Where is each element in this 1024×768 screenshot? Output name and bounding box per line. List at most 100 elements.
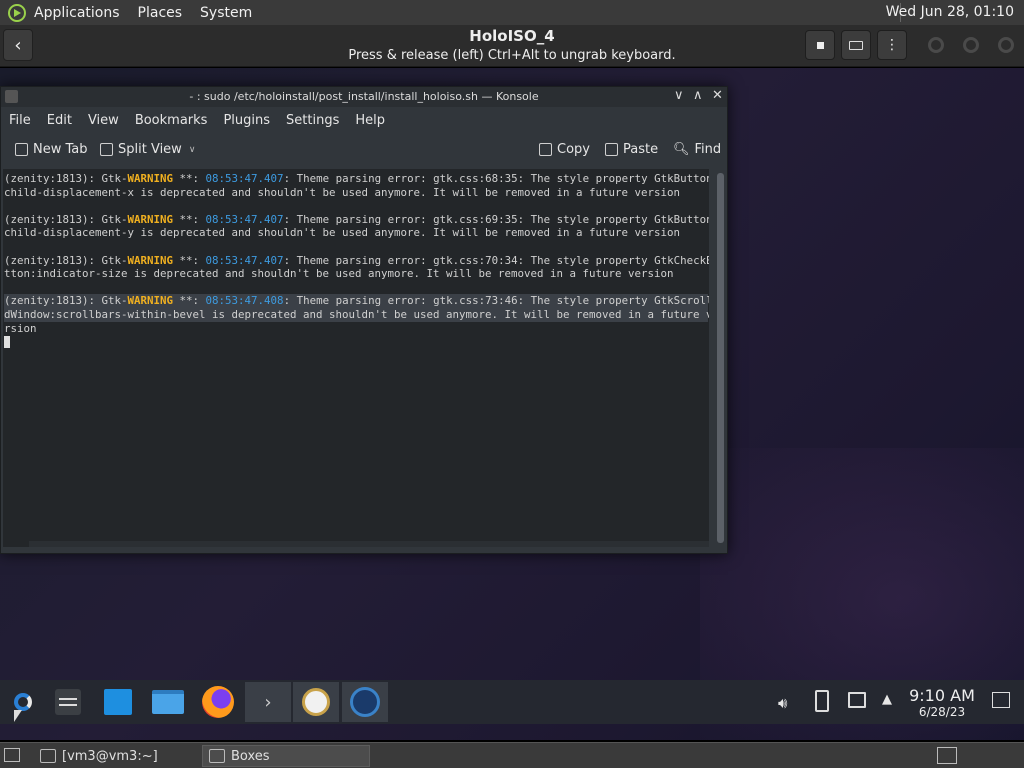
task-settings[interactable] <box>45 682 91 722</box>
new-tab-button[interactable]: New Tab <box>15 142 88 157</box>
copy-icon <box>539 143 552 156</box>
show-desktop-icon[interactable] <box>992 692 1010 712</box>
settings-sliders-icon <box>55 689 81 715</box>
file-manager-icon <box>152 690 184 714</box>
menu-help[interactable]: Help <box>355 113 385 128</box>
taskbar-item-boxes[interactable]: Boxes <box>202 745 370 767</box>
volume-icon[interactable]: 🔊︎ <box>778 694 787 712</box>
stop-icon <box>816 41 824 49</box>
term-post: : Theme parsing error: gtk.css:73:46: Th… <box>283 294 709 308</box>
maximize-button[interactable] <box>963 37 979 53</box>
kde-clock-time: 9:10 AM <box>909 686 975 705</box>
menu-kebab-icon: ⋮ <box>885 37 899 53</box>
host-top-panel: Applications Places System Wed Jun 28, 0… <box>0 0 1024 25</box>
search-icon: 🔍︎ <box>673 142 690 157</box>
find-label: Find <box>694 142 722 157</box>
vm-display[interactable]: - : sudo /etc/holoinstall/post_install/i… <box>0 68 1024 740</box>
term-ts: 08:53:47.407 <box>205 172 284 185</box>
task-firefox[interactable] <box>195 682 241 722</box>
task-alarm[interactable] <box>293 682 339 722</box>
term-pre: (zenity:1813): Gtk- <box>4 212 128 226</box>
usb-device-icon[interactable] <box>815 690 829 716</box>
stop-button[interactable] <box>805 30 835 60</box>
terminal-bottom-bar <box>29 541 709 547</box>
task-konsole[interactable]: › <box>245 682 291 722</box>
close-button[interactable] <box>998 37 1014 53</box>
paste-label: Paste <box>623 142 659 157</box>
menu-plugins[interactable]: Plugins <box>223 113 270 128</box>
terminal-cursor <box>4 336 10 349</box>
term-warn: WARNING <box>127 172 174 185</box>
terminal-line: child-displacement-x is deprecated and s… <box>4 185 681 199</box>
scrollbar-thumb[interactable] <box>717 173 724 543</box>
steam-icon <box>350 687 380 717</box>
kde-launcher-button[interactable] <box>0 682 46 722</box>
host-clock[interactable]: Wed Jun 28, 01:10 <box>886 4 1014 20</box>
term-pre: (zenity:1813): Gtk- <box>4 172 128 185</box>
minimize-button[interactable] <box>928 37 944 53</box>
minimize-chevron-icon[interactable]: ∨ <box>674 88 684 103</box>
maximize-chevron-icon[interactable]: ∧ <box>693 88 703 103</box>
firefox-icon <box>202 686 234 718</box>
konsole-title: - : sudo /etc/holoinstall/post_install/i… <box>189 90 539 103</box>
terminal-window-icon <box>40 749 56 763</box>
terminal-output[interactable]: (zenity:1813): Gtk-WARNING **: 08:53:47.… <box>3 169 709 547</box>
konsole-toolbar: New Tab Split View ∨ Copy Paste 🔍︎ Find <box>1 135 727 165</box>
terminal-line: (zenity:1813): Gtk-WARNING **: 08:53:47.… <box>4 253 709 268</box>
close-x-icon[interactable]: ✕ <box>712 88 723 103</box>
send-keys-button[interactable] <box>841 30 871 60</box>
task-steam[interactable] <box>342 682 388 722</box>
boxes-app-icon <box>209 749 225 763</box>
terminal-line: (zenity:1813): Gtk-WARNING **: 08:53:47.… <box>4 172 709 186</box>
term-post: : Theme parsing error: gtk.css:69:35: Th… <box>283 212 709 226</box>
show-desktop-host-icon[interactable] <box>4 748 20 762</box>
term-mid: **: <box>173 253 206 267</box>
paste-button[interactable]: Paste <box>605 142 658 157</box>
find-button[interactable]: 🔍︎ Find <box>673 142 721 157</box>
keyboard-icon <box>849 40 863 50</box>
vm-menu-button[interactable]: ⋮ <box>877 30 907 60</box>
term-warn: WARNING <box>127 212 174 226</box>
menu-file[interactable]: File <box>9 113 31 128</box>
terminal-line: child-displacement-y is deprecated and s… <box>4 226 681 240</box>
terminal-log-entry: (zenity:1813): Gtk-WARNING **: 08:53:47.… <box>4 212 709 240</box>
new-tab-icon <box>15 143 28 156</box>
menu-view[interactable]: View <box>88 113 119 128</box>
konsole-icon: › <box>264 691 272 713</box>
taskbar-item-terminal[interactable]: [vm3@vm3:~] <box>34 745 199 767</box>
menu-edit[interactable]: Edit <box>47 113 72 128</box>
mouse-pointer-icon <box>14 710 22 722</box>
term-ts: 08:53:47.407 <box>205 212 284 226</box>
term-mid: **: <box>173 294 206 308</box>
copy-label: Copy <box>557 142 590 157</box>
kde-launcher-icon <box>14 693 32 711</box>
copy-button[interactable]: Copy <box>539 142 590 157</box>
taskbar-boxes-label: Boxes <box>231 748 270 764</box>
konsole-titlebar[interactable]: - : sudo /etc/holoinstall/post_install/i… <box>1 87 727 107</box>
kde-clock[interactable]: 9:10 AM 6/28/23 <box>906 686 978 719</box>
system-menu[interactable]: System <box>200 5 252 21</box>
term-pre: (zenity:1813): Gtk- <box>4 253 128 267</box>
menu-settings[interactable]: Settings <box>286 113 339 128</box>
term-warn: WARNING <box>127 294 174 308</box>
split-view-button[interactable]: Split View ∨ <box>100 142 195 157</box>
terminal-log-entry: (zenity:1813): Gtk-WARNING **: 08:53:47.… <box>4 253 709 281</box>
term-mid: **: <box>173 212 206 226</box>
applications-menu[interactable]: Applications <box>34 5 120 21</box>
kde-taskbar: › 🔊︎ ▲ 9:10 AM 6/28/23 <box>0 680 1024 724</box>
task-dolphin[interactable] <box>145 682 191 722</box>
terminal-scrollbar[interactable] <box>717 173 724 543</box>
tray-expand-icon[interactable]: ▲ <box>882 692 892 707</box>
taskbar-terminal-label: [vm3@vm3:~] <box>62 748 158 764</box>
terminal-line: rsion <box>4 321 37 335</box>
task-discover[interactable] <box>95 682 141 722</box>
alarm-clock-icon <box>302 688 330 716</box>
network-icon[interactable] <box>848 692 866 712</box>
chevron-down-icon: ∨ <box>188 144 196 155</box>
split-view-label: Split View <box>118 142 182 157</box>
workspace-switcher-icon[interactable] <box>937 747 957 764</box>
gnome-foot-icon[interactable] <box>8 3 26 22</box>
places-menu[interactable]: Places <box>138 5 183 21</box>
host-bottom-taskbar: [vm3@vm3:~] Boxes <box>0 742 1024 768</box>
menu-bookmarks[interactable]: Bookmarks <box>135 113 208 128</box>
